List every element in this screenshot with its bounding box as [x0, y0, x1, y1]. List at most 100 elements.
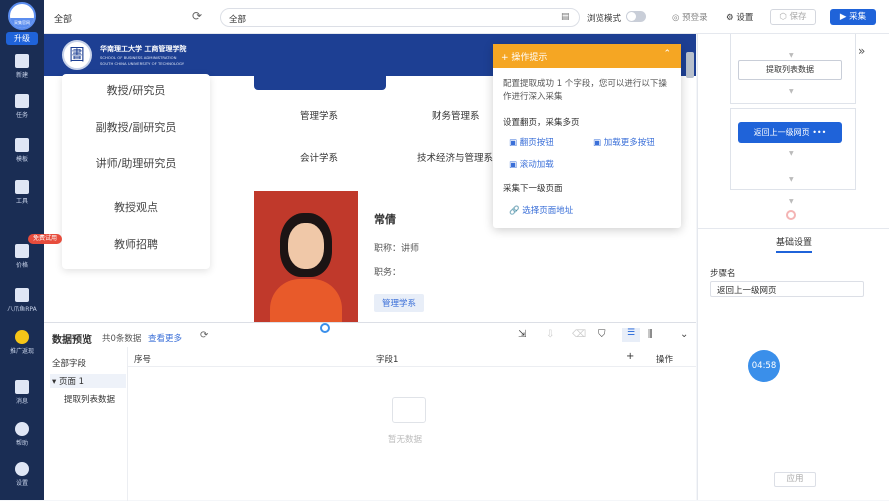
workflow-panel: » ▼ 提取列表数据 ▼ 返回上一级网页 ••• ▼ ▼ ▼ 基础设置 步骤名 …: [697, 34, 889, 500]
task-icon: [15, 94, 29, 108]
url-value: 全部: [229, 15, 247, 25]
sidebar-item-referral[interactable]: 推广返现: [0, 330, 44, 355]
category-accounting[interactable]: 会计学系: [300, 150, 338, 164]
tip-title: 操作提示: [511, 53, 548, 63]
step-name-input[interactable]: 返回上一级网页: [710, 281, 864, 297]
col-index: 序号: [134, 355, 152, 365]
user-avatar[interactable]: 采集官网: [8, 2, 36, 30]
rpa-icon: [15, 288, 29, 302]
arrow-down-icon: ▼: [789, 52, 794, 59]
view-more-link[interactable]: 查看更多: [148, 332, 182, 344]
collapse-panel-icon[interactable]: ⌄: [680, 329, 688, 340]
expand-panel-icon[interactable]: »: [858, 44, 865, 58]
sidebar-item-rpa[interactable]: 八爪鱼RPA: [0, 288, 44, 313]
settings-button[interactable]: ⚙ 设置: [726, 11, 753, 23]
step-label: 返回上一级网页: [753, 128, 810, 137]
import-icon: ⇩: [546, 329, 555, 340]
delete-icon: ⌫: [572, 329, 587, 340]
table-header: [128, 349, 696, 367]
save-button[interactable]: ⬡ 保存: [770, 9, 816, 25]
page-icon[interactable]: ▤: [561, 12, 570, 22]
tree-page[interactable]: ▾ 页面 1: [50, 374, 126, 388]
step-return-previous[interactable]: 返回上一级网页 •••: [738, 122, 842, 143]
link-label: 翻页按钮: [519, 138, 554, 148]
col-field-1[interactable]: 字段1: [376, 353, 398, 365]
menu-professor[interactable]: 教授/研究员: [62, 82, 210, 98]
select-page-url-link[interactable]: 🔗 选择页面地址: [509, 204, 573, 216]
settings-divider: [698, 228, 889, 229]
arrow-down-icon: ▼: [789, 88, 794, 95]
settings-label: 设置: [736, 13, 754, 23]
scope-label[interactable]: 全部: [54, 12, 72, 25]
sidebar-item-label: 八爪鱼RPA: [7, 306, 37, 313]
link-label: 选择页面地址: [522, 206, 574, 216]
next-page-button-link[interactable]: ▣ 翻页按钮: [509, 136, 554, 148]
tab-basic-settings[interactable]: 基础设置: [776, 235, 813, 253]
tree-page-label: 页面 1: [58, 377, 85, 387]
load-more-button-link[interactable]: ▣ 加载更多按钮: [593, 136, 655, 148]
drag-handle-icon[interactable]: [320, 323, 330, 333]
link-label: 加载更多按钮: [603, 138, 655, 148]
empty-box-icon: [392, 397, 426, 423]
refresh-icon[interactable]: ⟳: [200, 330, 208, 341]
school-logo: 圕: [62, 40, 92, 70]
sidebar-item-tasks[interactable]: 任务: [0, 94, 44, 119]
sidebar-item-label: 任务: [15, 112, 28, 119]
flow-end-icon: [786, 210, 796, 220]
collapse-icon[interactable]: ⌃: [663, 49, 671, 59]
category-management[interactable]: 管理学系: [300, 108, 338, 122]
refresh-icon[interactable]: ⟳: [192, 9, 202, 23]
step-extract-list[interactable]: 提取列表数据: [738, 60, 842, 80]
export-icon[interactable]: ⇲: [518, 329, 526, 340]
menu-associate-professor[interactable]: 副教授/副研究员: [62, 119, 210, 135]
title-value: 讲师: [401, 244, 420, 254]
more-icon[interactable]: •••: [812, 128, 826, 137]
sidebar-item-messages[interactable]: 消息: [0, 380, 44, 405]
page-icon: ▣: [509, 138, 520, 148]
sidebar-item-tools[interactable]: 工具: [0, 180, 44, 205]
filter-icon[interactable]: ⛉: [598, 329, 606, 340]
category-tech-econ[interactable]: 技术经济与管理系: [417, 150, 493, 164]
list-view-icon[interactable]: ☰: [622, 328, 640, 342]
collect-button[interactable]: ▶ 采集: [830, 9, 876, 25]
operation-tip-popup: + 操作提示 ⌃ 配置提取成功 1 个字段，您可以进行以下操作进行深入采集 设置…: [493, 44, 681, 228]
add-field-button[interactable]: +: [626, 351, 634, 362]
sidebar-item-new[interactable]: 新建: [0, 54, 44, 79]
data-preview-panel: 数据预览 共0条数据 查看更多 ⟳ ⇲ ⇩ ⌫ ⛉ ☰ ⫼ ⌄ 全部字段 ▾ 页…: [44, 322, 696, 501]
column-view-icon[interactable]: ⫼: [648, 329, 653, 340]
sidebar-item-label: 设置: [15, 480, 28, 487]
school-name-cn: 华南理工大学 工商管理学院: [100, 45, 187, 53]
scroll-icon: ▣: [509, 160, 520, 170]
preview-login-button[interactable]: ◎ 预登录: [672, 11, 708, 23]
coin-icon: [15, 330, 29, 344]
sidebar-item-pricing[interactable]: 价格: [0, 244, 44, 269]
caret-down-icon: ▾: [52, 377, 59, 387]
free-trial-badge: 免费试用: [28, 234, 62, 244]
apply-button[interactable]: 应用: [774, 472, 816, 487]
settings-icon: [15, 462, 29, 476]
menu-lecturer[interactable]: 讲师/助理研究员: [62, 155, 210, 171]
arrow-down-icon: ▼: [789, 150, 794, 157]
url-input[interactable]: 全部 ▤: [220, 8, 580, 27]
sidebar-item-templates[interactable]: 模板: [0, 138, 44, 163]
sidebar-item-settings[interactable]: 设置: [0, 462, 44, 487]
profile-position: 职务：: [374, 268, 402, 278]
preview-count: 共0条数据: [102, 334, 142, 344]
load-more-icon: ▣: [593, 138, 604, 148]
tree-child[interactable]: 提取列表数据: [64, 393, 115, 405]
browse-mode-toggle[interactable]: [626, 11, 646, 22]
menu-recruitment[interactable]: 教师招聘: [62, 236, 210, 252]
webpage-scrollbar[interactable]: [686, 52, 694, 78]
arrow-down-icon: ▼: [789, 176, 794, 183]
tree-root[interactable]: 全部字段: [52, 357, 86, 369]
sidebar-item-help[interactable]: 帮助: [0, 422, 44, 447]
link-icon: 🔗: [509, 206, 523, 216]
upgrade-button[interactable]: 升级: [6, 32, 38, 45]
preview-login-label: 预登录: [682, 13, 708, 23]
category-finance[interactable]: 财务管理系: [432, 108, 480, 122]
scroll-load-link[interactable]: ▣ 滚动加载: [509, 158, 554, 170]
profile-department-tag[interactable]: 管理学系: [374, 294, 425, 312]
tip-message: 配置提取成功 1 个字段，您可以进行以下操作进行深入采集: [503, 79, 667, 102]
tip-section-subpage: 采集下一级页面: [503, 184, 563, 194]
menu-professor-views[interactable]: 教授观点: [62, 199, 210, 215]
